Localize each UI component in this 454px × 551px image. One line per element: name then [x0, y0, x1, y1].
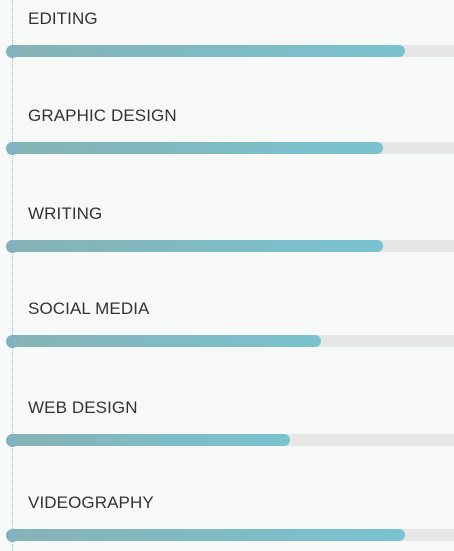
skill-label: EDITING: [28, 9, 98, 28]
timeline-dot-icon: [6, 335, 19, 348]
skill-item-writing: WRITING: [0, 204, 454, 264]
skill-label: WEB DESIGN: [28, 398, 138, 417]
skill-item-editing: EDITING: [0, 9, 454, 69]
timeline-dot-icon: [6, 529, 19, 542]
skill-progress-fill: [12, 529, 406, 541]
skill-item-web-design: WEB DESIGN: [0, 398, 454, 458]
skill-progress-fill: [12, 434, 291, 446]
skill-progress-fill: [12, 335, 322, 347]
skill-item-social-media: SOCIAL MEDIA: [0, 299, 454, 359]
skill-progress-track: [12, 45, 454, 57]
skill-label: WRITING: [28, 204, 103, 223]
timeline-line: [12, 0, 13, 551]
timeline-dot-icon: [6, 240, 19, 253]
skill-label: GRAPHIC DESIGN: [28, 106, 177, 125]
skill-progress-fill: [12, 142, 384, 154]
skill-item-videography: VIDEOGRAPHY: [0, 493, 454, 551]
skill-progress-track: [12, 240, 454, 252]
timeline-dot-icon: [6, 45, 19, 58]
skill-label: VIDEOGRAPHY: [28, 493, 154, 512]
skill-label: SOCIAL MEDIA: [28, 299, 150, 318]
skill-progress-track: [12, 142, 454, 154]
timeline-dot-icon: [6, 142, 19, 155]
skill-progress-fill: [12, 240, 384, 252]
skill-progress-track: [12, 335, 454, 347]
skill-item-graphic-design: GRAPHIC DESIGN: [0, 106, 454, 166]
skill-progress-track: [12, 434, 454, 446]
skill-progress-fill: [12, 45, 406, 57]
timeline-dot-icon: [6, 434, 19, 447]
skill-progress-track: [12, 529, 454, 541]
